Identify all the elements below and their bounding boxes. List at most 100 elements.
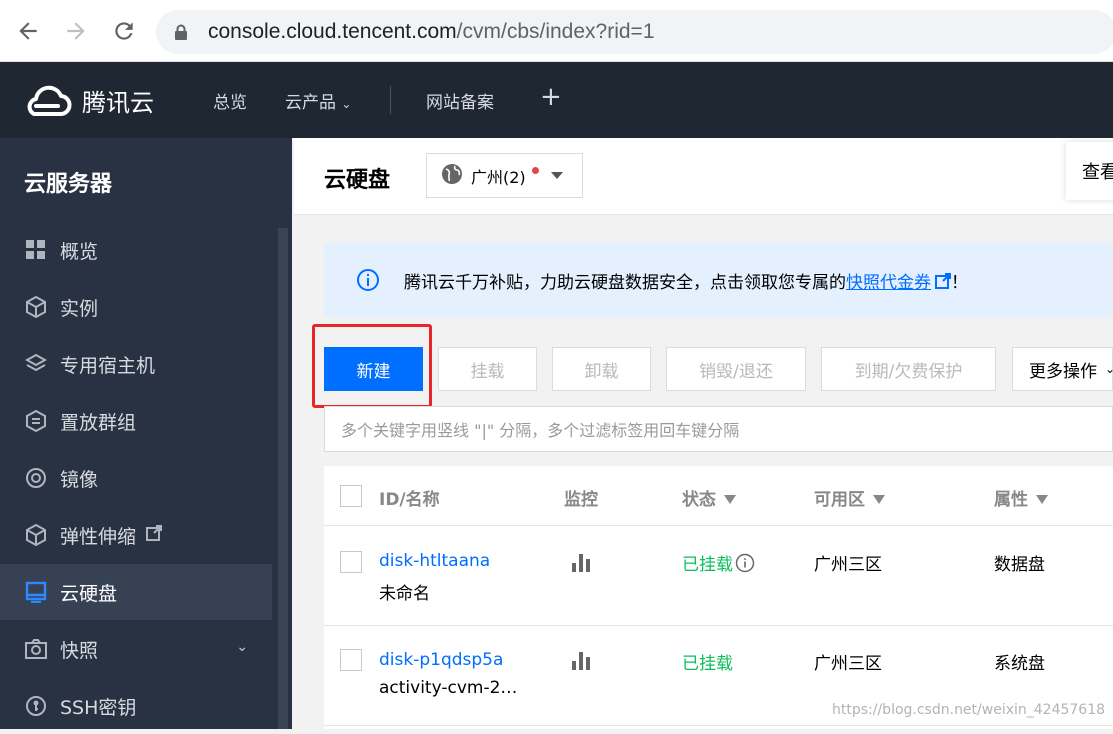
nav-products-label: 云产品 xyxy=(285,93,336,113)
cloud-logo-icon xyxy=(27,85,72,116)
column-zone-label: 可用区 xyxy=(814,490,865,510)
column-zone[interactable]: 可用区 xyxy=(814,485,885,510)
sidebar-item-images[interactable]: 镜像 xyxy=(0,450,272,506)
chevron-down-icon: ⌄ xyxy=(1105,362,1113,376)
notice-suffix: ！ xyxy=(951,273,968,293)
cube-scale-icon xyxy=(24,523,48,547)
lock-icon xyxy=(174,24,188,40)
sidebar-scrollbar[interactable] xyxy=(278,228,288,729)
disk-name: activity-cvm-2… xyxy=(379,678,518,698)
sidebar-item-ssh-keys[interactable]: SSH密钥 xyxy=(0,678,272,734)
disc-icon xyxy=(24,466,48,490)
sidebar-item-label: 弹性伸缩 xyxy=(60,525,137,548)
unmount-button[interactable]: 卸载 xyxy=(552,347,651,391)
sidebar: 云服务器 概览 实例 专用宿主机 置放群组 镜像 弹性伸缩 云硬盘 快照 ⌄ S… xyxy=(0,138,292,729)
back-arrow-icon[interactable] xyxy=(14,18,42,46)
cube-icon xyxy=(24,295,48,319)
watermark-url: https://blog.csdn.net/weixin_42457618 xyxy=(832,702,1106,718)
column-attribute-label: 属性 xyxy=(994,490,1028,510)
sidebar-item-snapshots[interactable]: 快照 ⌄ xyxy=(0,621,272,677)
sidebar-item-label: 云硬盘 xyxy=(60,582,118,605)
sidebar-item-dedicated-host[interactable]: 专用宿主机 xyxy=(0,336,272,392)
brand-logo[interactable]: 腾讯云 xyxy=(22,80,154,120)
info-icon xyxy=(356,268,380,292)
address-bar[interactable]: console.cloud.tencent.com/cvm/cbs/index?… xyxy=(156,10,1113,54)
sidebar-item-label: 专用宿主机 xyxy=(60,354,156,377)
nav-overview[interactable]: 总览 xyxy=(213,88,247,113)
sidebar-item-label: SSH密钥 xyxy=(60,696,137,719)
more-actions-button[interactable]: 更多操作 ⌄ xyxy=(1012,347,1113,391)
layers-icon xyxy=(24,352,48,376)
external-link-icon xyxy=(146,524,163,546)
voucher-link[interactable]: 快照代金券 xyxy=(846,273,931,293)
expiry-protection-button[interactable]: 到期/欠费保护 xyxy=(821,347,996,391)
notice-banner: 腾讯云千万补贴，力助云硬盘数据安全，点击领取您专属的快照代金券 ！ xyxy=(324,243,1113,317)
zone: 广州三区 xyxy=(814,654,882,674)
sidebar-item-auto-scaling[interactable]: 弹性伸缩 xyxy=(0,507,272,563)
sidebar-item-placement-group[interactable]: 置放群组 xyxy=(0,393,272,449)
notice-message: 腾讯云千万补贴，力助云硬盘数据安全，点击领取您专属的 xyxy=(404,273,846,293)
nav-products[interactable]: 云产品 ⌄ xyxy=(285,88,351,113)
url-host: console.cloud.tencent.com xyxy=(208,20,457,43)
status-mounted: 已挂载 xyxy=(682,654,733,674)
disk-attribute: 系统盘 xyxy=(994,654,1045,674)
disk-id-link[interactable]: disk-p1qdsp5a xyxy=(379,650,503,670)
status-mounted: 已挂载 xyxy=(682,550,755,578)
external-link-icon[interactable] xyxy=(935,272,951,294)
sidebar-item-instances[interactable]: 实例 xyxy=(0,279,272,335)
search-input[interactable]: 多个关键字用竖线 "|" 分隔，多个过滤标签用回车键分隔 xyxy=(324,406,1113,452)
sidebar-item-overview[interactable]: 概览 xyxy=(0,222,272,278)
sidebar-item-label: 实例 xyxy=(60,297,99,320)
notice-text: 腾讯云千万补贴，力助云硬盘数据安全，点击领取您专属的快照代金券 ！ xyxy=(404,268,968,294)
sidebar-title: 云服务器 xyxy=(24,172,113,197)
mount-button[interactable]: 挂载 xyxy=(438,347,537,391)
zone: 广州三区 xyxy=(814,555,882,575)
key-icon xyxy=(24,694,48,718)
column-monitor: 监控 xyxy=(564,490,598,510)
table-header: ID/名称 监控 状态 可用区 属性 xyxy=(324,466,1113,526)
reload-icon[interactable] xyxy=(110,18,138,46)
nav-divider xyxy=(390,86,391,114)
page-title: 云硬盘 xyxy=(324,168,391,193)
filter-icon xyxy=(724,495,736,504)
column-attribute[interactable]: 属性 xyxy=(994,485,1048,510)
sidebar-item-label: 概览 xyxy=(60,240,99,263)
grid-icon xyxy=(24,238,48,262)
disk-attribute: 数据盘 xyxy=(994,555,1045,575)
column-status[interactable]: 状态 xyxy=(682,485,736,510)
chevron-down-icon: ⌄ xyxy=(341,97,352,111)
disk-id-link[interactable]: disk-htltaana xyxy=(379,551,490,571)
monitor-chart-icon[interactable] xyxy=(572,652,590,670)
forward-arrow-icon[interactable] xyxy=(62,18,90,46)
info-circle-icon[interactable] xyxy=(735,553,755,578)
url-text: console.cloud.tencent.com/cvm/cbs/index?… xyxy=(208,20,655,44)
region-select[interactable]: 广州(2) xyxy=(426,153,583,198)
plus-icon[interactable]: + xyxy=(540,82,562,112)
column-id-name: ID/名称 xyxy=(379,490,440,510)
sidebar-item-label: 置放群组 xyxy=(60,411,137,434)
globe-icon xyxy=(441,163,463,189)
row-checkbox[interactable] xyxy=(340,551,362,573)
row-checkbox[interactable] xyxy=(340,649,362,671)
view-button[interactable]: 查看 xyxy=(1066,142,1113,200)
column-status-label: 状态 xyxy=(682,490,716,510)
filter-icon xyxy=(873,495,885,504)
disk-name: 未命名 xyxy=(379,584,430,604)
notification-dot xyxy=(531,167,539,174)
region-label: 广州(2) xyxy=(471,167,526,187)
select-all-checkbox[interactable] xyxy=(340,485,362,507)
destroy-return-button[interactable]: 销毁/退还 xyxy=(666,347,806,391)
monitor-chart-icon[interactable] xyxy=(572,554,590,572)
caret-down-icon xyxy=(550,172,563,179)
nav-icp-filing[interactable]: 网站备案 xyxy=(426,88,494,113)
brand-name: 腾讯云 xyxy=(82,88,154,117)
url-path: /cvm/cbs/index?rid=1 xyxy=(456,20,655,43)
browser-toolbar: console.cloud.tencent.com/cvm/cbs/index?… xyxy=(0,0,1113,62)
sidebar-item-label: 镜像 xyxy=(60,468,99,491)
chevron-down-icon: ⌄ xyxy=(236,639,248,655)
more-actions-label: 更多操作 xyxy=(1029,361,1097,382)
page-header: 云硬盘 广州(2) 查看 xyxy=(294,138,1113,215)
status-label: 已挂载 xyxy=(682,555,733,575)
top-navigation: 腾讯云 总览 云产品 ⌄ 网站备案 + xyxy=(0,62,1113,138)
sidebar-item-cloud-disk[interactable]: 云硬盘 xyxy=(0,564,272,620)
